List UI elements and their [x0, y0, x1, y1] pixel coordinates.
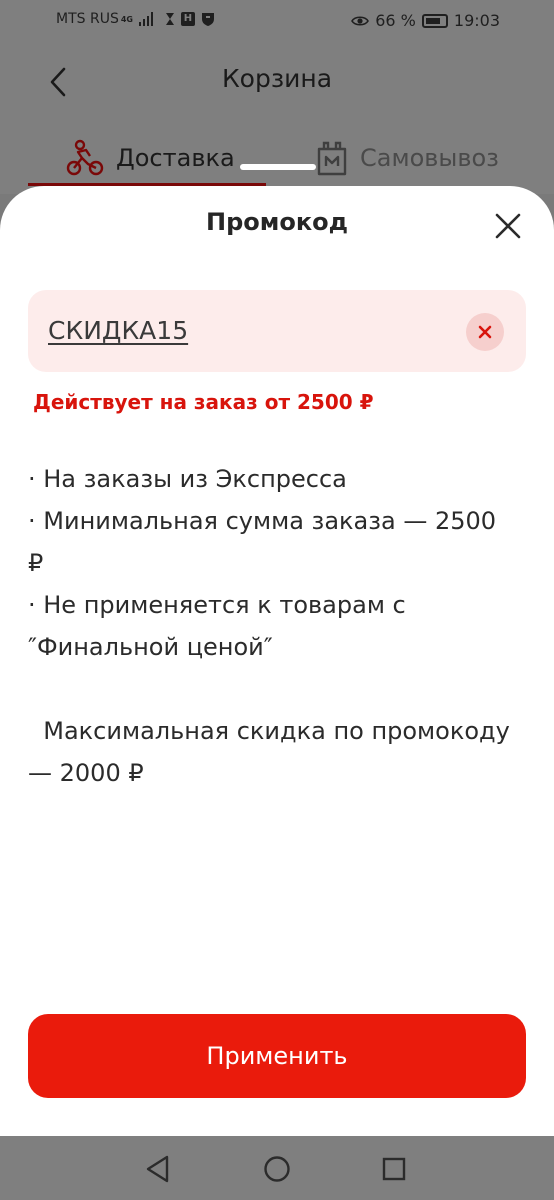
- terms-line: ₽: [28, 549, 44, 577]
- battery-icon: [421, 13, 448, 28]
- tab-pickup[interactable]: Самовывоз: [316, 130, 499, 186]
- carrier-label: MTS RUS: [56, 11, 119, 27]
- apply-button[interactable]: Применить: [28, 1014, 526, 1098]
- clear-icon: [478, 325, 492, 339]
- promo-error-message: Действует на заказ от 2500 ₽: [33, 390, 374, 414]
- promo-code-value[interactable]: СКИДКА15: [48, 316, 188, 345]
- close-icon: [495, 213, 521, 239]
- close-button[interactable]: [492, 210, 524, 242]
- network-label: 4G: [120, 14, 133, 24]
- terms-line: · Минимальная сумма заказа — 2500: [28, 507, 497, 535]
- delivery-mode-tabs: Доставка Самовывоз: [0, 130, 554, 190]
- terms-line: Максимальная скидка по промокоду: [28, 717, 510, 745]
- status-bar: MTS RUS 4G H 66 % 19:03: [0, 0, 554, 44]
- sheet-title: Промокод: [205, 208, 349, 236]
- system-nav-bar: [0, 1136, 554, 1200]
- terms-line: — 2000 ₽: [28, 759, 144, 787]
- nav-recents-button[interactable]: [377, 1152, 411, 1186]
- promo-terms: · На заказы из Экспресса · Минимальная с…: [28, 458, 528, 794]
- terms-line: · Не применяется к товарам с: [28, 591, 406, 619]
- shield-app-icon: [201, 12, 215, 26]
- page-title: Корзина: [221, 64, 333, 93]
- terms-line: ″Финальной ценой″: [28, 633, 273, 661]
- nav-back-button[interactable]: [141, 1152, 175, 1186]
- bicycle-courier-icon: [66, 139, 104, 176]
- battery-percent: 66 %: [375, 11, 416, 30]
- circle-home-icon: [264, 1156, 290, 1182]
- eye-icon: [351, 15, 370, 27]
- shopping-bag-icon: [317, 141, 347, 176]
- clock: 19:03: [453, 11, 500, 30]
- cart-header: Корзина Доставка Самовывоз: [0, 44, 554, 194]
- promo-code-sheet: Промокод СКИДКА15 Действует на заказ от …: [0, 186, 554, 1136]
- sheet-drag-handle[interactable]: [240, 164, 316, 170]
- square-recents-icon: [382, 1157, 406, 1181]
- terms-line: [28, 668, 528, 710]
- signal-icon: [138, 12, 153, 26]
- tab-pickup-label: Самовывоз: [360, 144, 499, 172]
- triangle-back-icon: [146, 1155, 169, 1183]
- tab-delivery-label: Доставка: [116, 144, 235, 172]
- status-bar-left: MTS RUS 4G H: [56, 11, 215, 27]
- tab-delivery[interactable]: Доставка: [66, 130, 235, 186]
- promo-code-input[interactable]: СКИДКА15: [28, 290, 526, 372]
- status-bar-right: 66 % 19:03: [351, 11, 500, 30]
- nav-home-button[interactable]: [260, 1152, 294, 1186]
- app-h-icon: H: [180, 12, 195, 26]
- hourglass-icon: [165, 12, 175, 26]
- terms-line: · На заказы из Экспресса: [28, 465, 347, 493]
- clear-promo-button[interactable]: [466, 313, 504, 351]
